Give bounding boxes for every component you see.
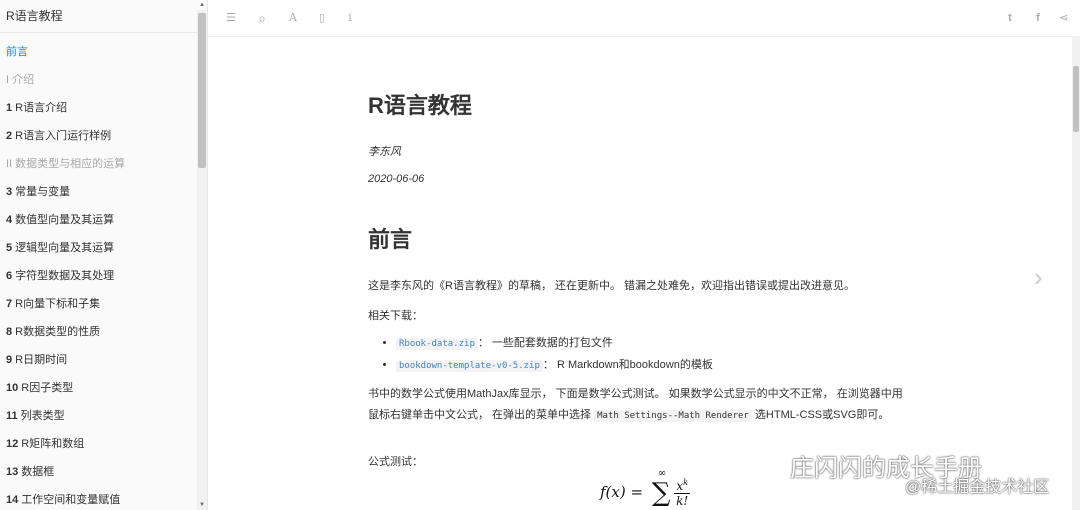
para-text: 选HTML-CSS或SVG即可。 xyxy=(751,409,890,421)
info-icon[interactable]: i xyxy=(342,10,358,26)
sidebar-item-number: 4 xyxy=(6,214,13,226)
sidebar-item-label: R语言入门运行样例 xyxy=(15,130,112,142)
list-item: bookdown-template-v0-5.zip： R Markdown和b… xyxy=(396,355,713,377)
sidebar-item[interactable]: 12 R矩阵和数组 xyxy=(0,430,196,458)
sidebar-item-number: 8 xyxy=(6,326,13,338)
facebook-icon[interactable]: f xyxy=(1030,10,1046,26)
sidebar-item-number: 11 xyxy=(6,410,18,422)
sidebar-item-label: 常量与变量 xyxy=(15,186,71,198)
scroll-down-arrow-icon[interactable]: ▼ xyxy=(197,500,207,510)
sidebar-scrollbar-thumb[interactable] xyxy=(198,13,206,168)
download-link-bookdown-template[interactable]: bookdown-template-v0-5.zip xyxy=(396,359,543,372)
sidebar-item-number: 6 xyxy=(6,270,13,282)
sidebar-item-number: 3 xyxy=(6,186,13,198)
sidebar-item[interactable]: 8 R数据类型的性质 xyxy=(0,318,196,346)
list-item: Rbook-data.zip： 一些配套数据的打包文件 xyxy=(396,333,713,355)
next-page-chevron-icon[interactable]: › xyxy=(1034,262,1043,293)
sidebar-item-label: R语言介绍 xyxy=(15,102,68,114)
sidebar-item-number: 2 xyxy=(6,130,13,142)
page-title: R语言教程 xyxy=(368,93,472,118)
author: 李东风 xyxy=(368,146,401,158)
sidebar-item[interactable]: 前言 xyxy=(0,38,196,66)
toolbar: ☰ ⌕ A ▯ i t f ⋖ xyxy=(208,0,1080,37)
sidebar-item-number: 14 xyxy=(6,494,19,506)
sidebar-item-label: R向量下标和子集 xyxy=(15,298,101,310)
sidebar-item-label: 数据框 xyxy=(21,466,55,478)
sidebar-item-number: 13 xyxy=(6,466,19,478)
link-description: ： R Markdown和bookdown的模板 xyxy=(542,359,713,371)
fraction: xk k! xyxy=(674,478,691,508)
preface-paragraph: 这是李东风的《R语言教程》的草稿， 还在更新中。 错漏之处难免，欢迎指出错误或提… xyxy=(368,280,856,292)
sidebar-item[interactable]: 10 R因子类型 xyxy=(0,374,196,402)
sum-upper: ∞ xyxy=(657,468,667,479)
sidebar-item[interactable]: 3 常量与变量 xyxy=(0,178,196,206)
toc-list: 前言 I 介绍 1 R语言介绍 2 R语言入门运行样例 II 数据类型与相应的运算 3 常量与变… xyxy=(0,38,196,510)
sidebar-item-label: 列表类型 xyxy=(20,410,65,422)
sidebar-item[interactable]: II 数据类型与相应的运算 xyxy=(0,150,196,178)
link-code[interactable]: Rbook-data.zip xyxy=(396,338,478,350)
date: 2020-06-06 xyxy=(368,173,425,185)
sidebar-item[interactable]: 14 工作空间和变量赋值 xyxy=(0,486,196,510)
sidebar-item-label: 工作空间和变量赋值 xyxy=(21,494,121,506)
sidebar-item[interactable]: 6 字符型数据及其处理 xyxy=(0,262,196,290)
book-title[interactable]: R语言教程 xyxy=(0,0,207,33)
sidebar-item-label: 字符型数据及其处理 xyxy=(15,270,115,282)
sidebar-item-number: 10 xyxy=(6,382,19,394)
sidebar-item-label: R日期时间 xyxy=(15,354,68,366)
sidebar-item[interactable]: 7 R向量下标和子集 xyxy=(0,290,196,318)
menu-icon[interactable]: ☰ xyxy=(223,10,239,26)
sidebar-item[interactable]: 9 R日期时间 xyxy=(0,346,196,374)
download-link-rbook-data[interactable]: Rbook-data.zip xyxy=(396,337,478,350)
twitter-icon[interactable]: t xyxy=(1002,10,1018,26)
sidebar-item-label: 前言 xyxy=(6,46,28,58)
link-description: ： 一些配套数据的打包文件 xyxy=(477,337,613,349)
scroll-up-arrow-icon[interactable]: ▲ xyxy=(197,0,207,10)
sidebar-item[interactable]: 11 列表类型 xyxy=(0,402,196,430)
sidebar-item-label: 逻辑型向量及其运算 xyxy=(15,242,115,254)
content-scrollbar-thumb[interactable] xyxy=(1073,66,1079,132)
formula-lhs: f(x) = xyxy=(600,483,648,501)
sidebar-item[interactable]: 4 数值型向量及其运算 xyxy=(0,206,196,234)
sum-symbol: ∑ ∞ xyxy=(651,468,671,508)
sidebar-item-number: 9 xyxy=(6,354,13,366)
sidebar-item-label: R数据类型的性质 xyxy=(15,326,101,338)
mathjax-paragraph: 书中的数学公式使用MathJax库显示， 下面是数学公式测试。 如果数学公式显示… xyxy=(368,384,908,427)
sidebar-item-label: 数值型向量及其运算 xyxy=(15,214,115,226)
link-code[interactable]: bookdown-template-v0-5.zip xyxy=(396,360,543,372)
downloads-heading: 相关下载： xyxy=(368,310,423,322)
share-icon[interactable]: ⋖ xyxy=(1056,10,1072,26)
sidebar-item-label: R矩阵和数组 xyxy=(21,438,85,450)
sidebar-item[interactable]: 1 R语言介绍 xyxy=(0,94,196,122)
formula-heading: 公式测试： xyxy=(368,456,423,468)
section-title: 前言 xyxy=(368,227,413,252)
edit-icon[interactable]: ▯ xyxy=(314,10,330,26)
sidebar-item-label: R因子类型 xyxy=(21,382,74,394)
watermark-secondary: @稀土掘金技术社区 xyxy=(905,479,1050,496)
sidebar-item-number: 7 xyxy=(6,298,13,310)
sidebar-item-label: II 数据类型与相应的运算 xyxy=(6,158,126,170)
sidebar-item[interactable]: 2 R语言入门运行样例 xyxy=(0,122,196,150)
sidebar-item[interactable]: I 介绍 xyxy=(0,66,196,94)
sidebar-item[interactable]: 13 数据框 xyxy=(0,458,196,486)
content-area: R语言教程 李东风 2020-06-06 前言 这是李东风的《R语言教程》的草稿… xyxy=(208,36,1072,510)
math-formula: f(x) = ∑ ∞ xk k! xyxy=(600,468,691,508)
sidebar-item-label: I 介绍 xyxy=(6,74,35,86)
inline-code: Math Settings--Math Renderer xyxy=(594,410,752,422)
sidebar-item-number: 5 xyxy=(6,242,13,254)
sidebar-item-number: 1 xyxy=(6,102,13,114)
search-icon[interactable]: ⌕ xyxy=(254,10,270,26)
sidebar-item[interactable]: 5 逻辑型向量及其运算 xyxy=(0,234,196,262)
font-icon[interactable]: A xyxy=(285,10,301,26)
sidebar: R语言教程 前言 I 介绍 1 R语言介绍 2 R语言入门运行样例 II 数据类型与相应的运… xyxy=(0,0,208,510)
sidebar-item-number: 12 xyxy=(6,438,19,450)
downloads-list: Rbook-data.zip： 一些配套数据的打包文件 bookdown-tem… xyxy=(378,333,713,377)
